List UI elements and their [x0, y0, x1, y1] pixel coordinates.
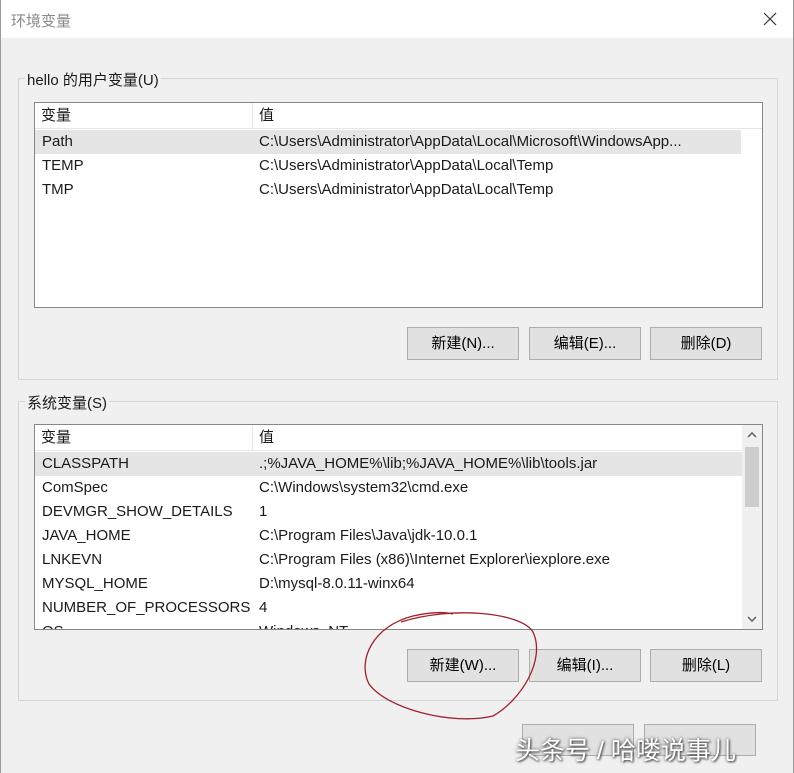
variable-name: DEVMGR_SHOW_DETAILS [42, 503, 233, 520]
variable-name: LNKEVN [42, 551, 103, 568]
table-row[interactable]: OS Windows_NT [35, 620, 743, 629]
variable-value: C:\Windows\system32\cmd.exe [259, 479, 469, 496]
button-label: 新建(N)... [431, 335, 495, 352]
system-variables-label: 系统变量(S) [25, 392, 109, 413]
scroll-up-button[interactable] [742, 425, 762, 445]
variable-name: JAVA_HOME [42, 527, 131, 544]
variable-name: NUMBER_OF_PROCESSORS [42, 599, 251, 616]
environment-variables-dialog: 环境变量 hello 的用户变量(U) 变量 值 Path C:\Users\Ad… [0, 0, 794, 773]
vertical-scrollbar[interactable] [742, 425, 762, 629]
window-title: 环境变量 [11, 13, 72, 30]
variable-value: C:\Program Files\Java\jdk-10.0.1 [259, 527, 478, 544]
table-row[interactable]: DEVMGR_SHOW_DETAILS 1 [35, 500, 743, 524]
variable-name: OS [42, 620, 64, 629]
user-edit-button[interactable]: 编辑(E)... [529, 327, 641, 360]
table-row[interactable]: ComSpec C:\Windows\system32\cmd.exe [35, 476, 743, 500]
user-variables-list[interactable]: 变量 值 Path C:\Users\Administrator\AppData\… [34, 102, 763, 308]
list-header: 变量 值 [35, 425, 743, 451]
column-header-value[interactable]: 值 [253, 103, 762, 129]
system-edit-button[interactable]: 编辑(I)... [529, 649, 641, 682]
button-label: 删除(D) [680, 335, 732, 352]
variable-name: ComSpec [42, 479, 108, 496]
user-delete-button[interactable]: 删除(D) [650, 327, 762, 360]
system-delete-button[interactable]: 删除(L) [650, 649, 762, 682]
watermark-text: 头条号 / 哈喽说事儿 [515, 737, 736, 765]
button-label: 编辑(E)... [553, 335, 617, 352]
variable-value: C:\Users\Administrator\AppData\Local\Mic… [259, 133, 682, 150]
variable-value: C:\Users\Administrator\AppData\Local\Tem… [259, 157, 554, 174]
table-row[interactable]: Path C:\Users\Administrator\AppData\Local… [35, 130, 741, 154]
system-variables-list[interactable]: 变量 值 CLASSPATH .;%JAVA_HOME%\lib;%JAVA_HO… [34, 424, 763, 630]
variable-name: MYSQL_HOME [42, 575, 148, 592]
table-row[interactable]: NUMBER_OF_PROCESSORS 4 [35, 596, 743, 620]
variable-name: Path [42, 133, 73, 150]
variable-name: CLASSPATH [42, 455, 129, 472]
variable-name: TMP [42, 181, 74, 198]
table-row[interactable]: LNKEVN C:\Program Files (x86)\Internet Ex… [35, 548, 743, 572]
variable-value: C:\Program Files (x86)\Internet Explorer… [259, 551, 610, 568]
variable-value: C:\Users\Administrator\AppData\Local\Tem… [259, 181, 554, 198]
title-bar: 环境变量 [1, 0, 793, 38]
button-label: 编辑(I)... [556, 657, 614, 674]
scroll-down-button[interactable] [742, 609, 762, 629]
variable-value: 4 [259, 599, 268, 616]
variable-value: .;%JAVA_HOME%\lib;%JAVA_HOME%\lib\tools.… [259, 455, 598, 472]
chevron-down-icon [747, 616, 757, 622]
close-icon [763, 12, 777, 26]
variable-value: Windows_NT [259, 620, 348, 629]
button-label: 新建(W)... [429, 657, 497, 674]
user-new-button[interactable]: 新建(N)... [407, 327, 519, 360]
close-button[interactable] [757, 6, 783, 32]
system-new-button[interactable]: 新建(W)... [407, 649, 519, 682]
table-row[interactable]: TMP C:\Users\Administrator\AppData\Local\… [35, 178, 762, 202]
list-header: 变量 值 [35, 103, 762, 129]
button-label: 删除(L) [681, 657, 731, 674]
table-row[interactable]: JAVA_HOME C:\Program Files\Java\jdk-10.0.… [35, 524, 743, 548]
variable-value: D:\mysql-8.0.11-winx64 [259, 575, 415, 592]
variable-name: TEMP [42, 157, 84, 174]
column-header-value[interactable]: 值 [253, 425, 743, 451]
chevron-up-icon [747, 432, 757, 438]
table-row[interactable]: TEMP C:\Users\Administrator\AppData\Local… [35, 154, 762, 178]
column-header-name[interactable]: 变量 [35, 425, 253, 451]
column-header-name[interactable]: 变量 [35, 103, 253, 129]
table-row[interactable]: CLASSPATH .;%JAVA_HOME%\lib;%JAVA_HOME%\l… [35, 452, 743, 476]
user-variables-label: hello 的用户变量(U) [25, 69, 161, 90]
variable-value: 1 [259, 503, 268, 520]
table-row[interactable]: MYSQL_HOME D:\mysql-8.0.11-winx64 [35, 572, 743, 596]
scroll-thumb[interactable] [745, 447, 759, 507]
